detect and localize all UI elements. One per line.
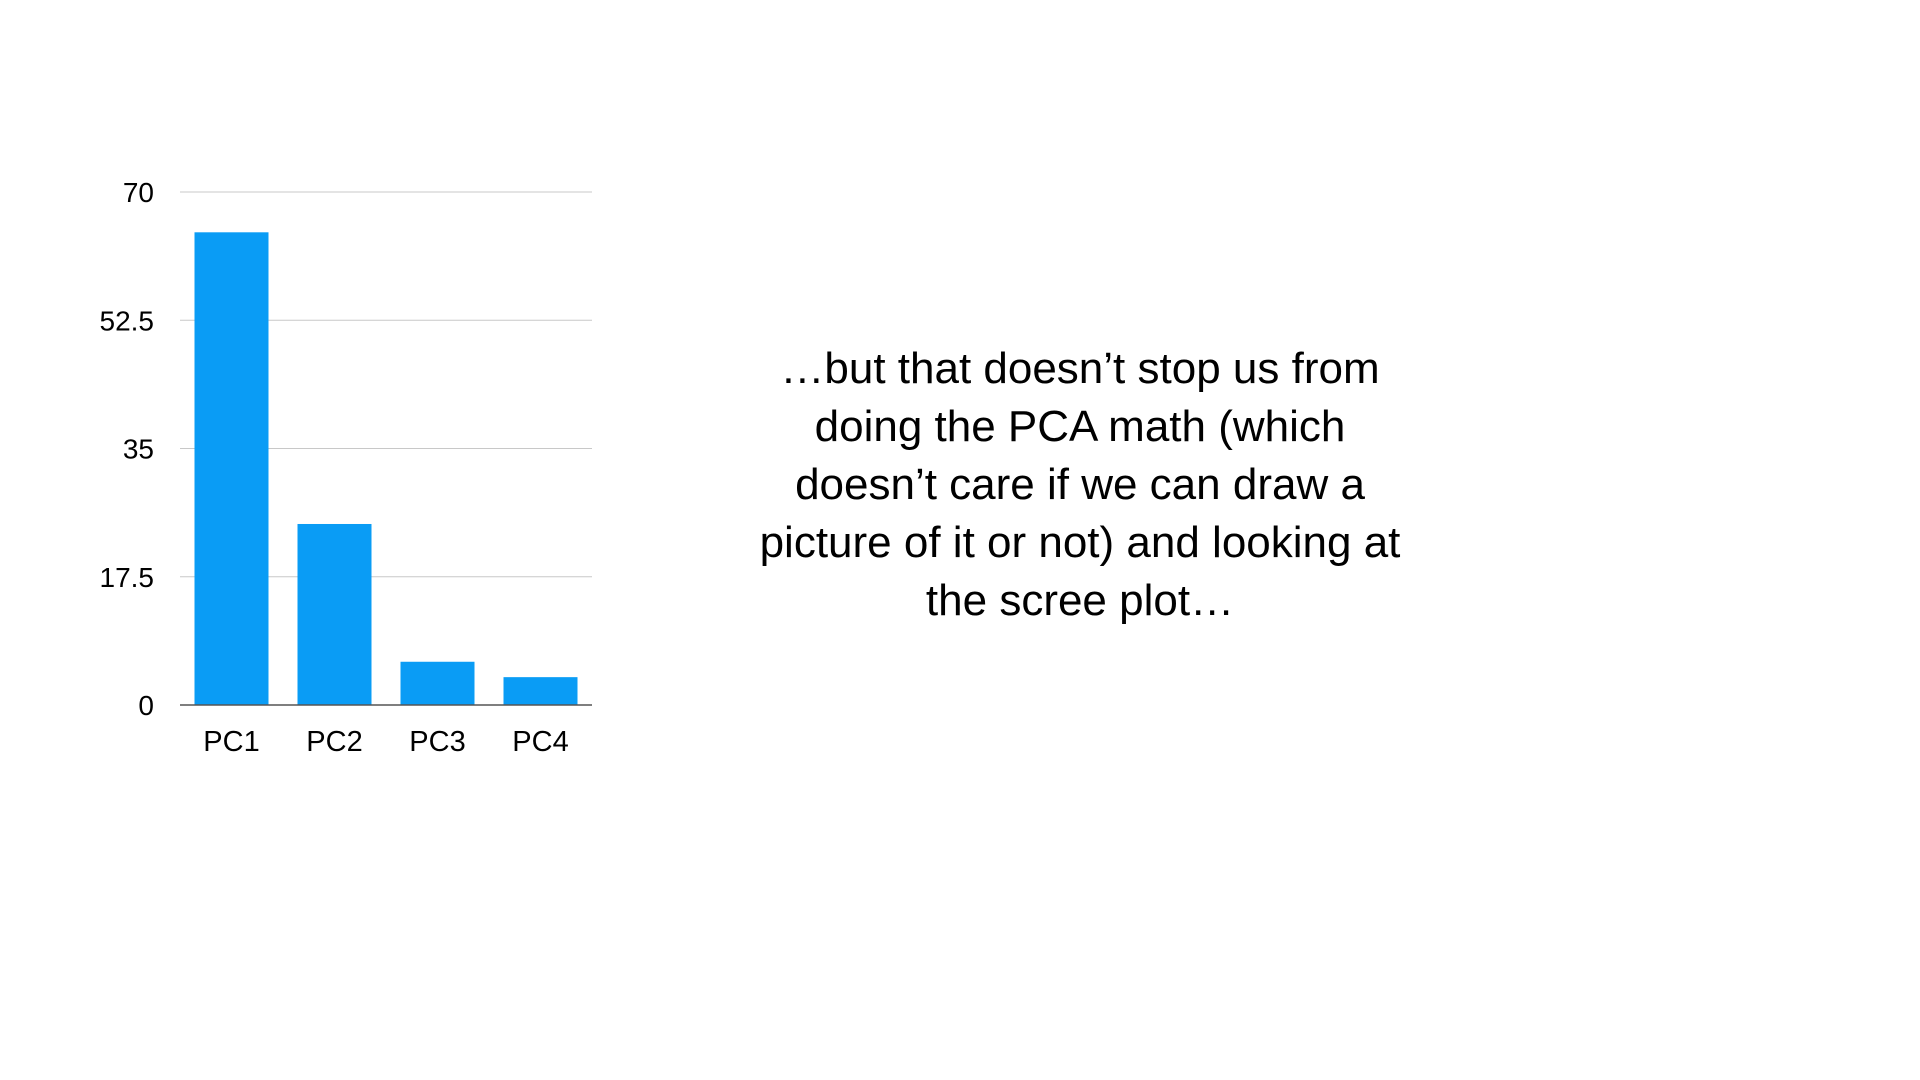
bar-pc4 bbox=[503, 677, 578, 705]
y-tick-label: 70 bbox=[123, 177, 154, 208]
x-tick-label: PC3 bbox=[409, 726, 465, 758]
bar-pc3 bbox=[400, 661, 475, 705]
x-tick-label: PC4 bbox=[512, 726, 568, 758]
y-tick-labels: 0 17.5 35 52.5 70 bbox=[100, 177, 155, 721]
scree-plot: 0 17.5 35 52.5 70 PC1 PC2 PC3 PC4 bbox=[100, 177, 592, 758]
bar-pc1 bbox=[194, 232, 269, 706]
x-tick-label: PC1 bbox=[203, 726, 259, 758]
bars bbox=[194, 232, 578, 706]
y-tick-label: 0 bbox=[138, 690, 154, 721]
slide: 0 17.5 35 52.5 70 PC1 PC2 PC3 PC4 …but that doe… bbox=[0, 0, 1920, 1080]
y-tick-label: 17.5 bbox=[100, 562, 155, 593]
bar-pc2 bbox=[297, 523, 372, 705]
x-tick-label: PC2 bbox=[306, 726, 362, 758]
y-tick-label: 52.5 bbox=[100, 305, 155, 336]
x-tick-labels: PC1 PC2 PC3 PC4 bbox=[203, 726, 568, 758]
slide-body-text: …but that doesn’t stop us from doing the… bbox=[759, 344, 1401, 625]
y-tick-label: 35 bbox=[123, 434, 154, 465]
